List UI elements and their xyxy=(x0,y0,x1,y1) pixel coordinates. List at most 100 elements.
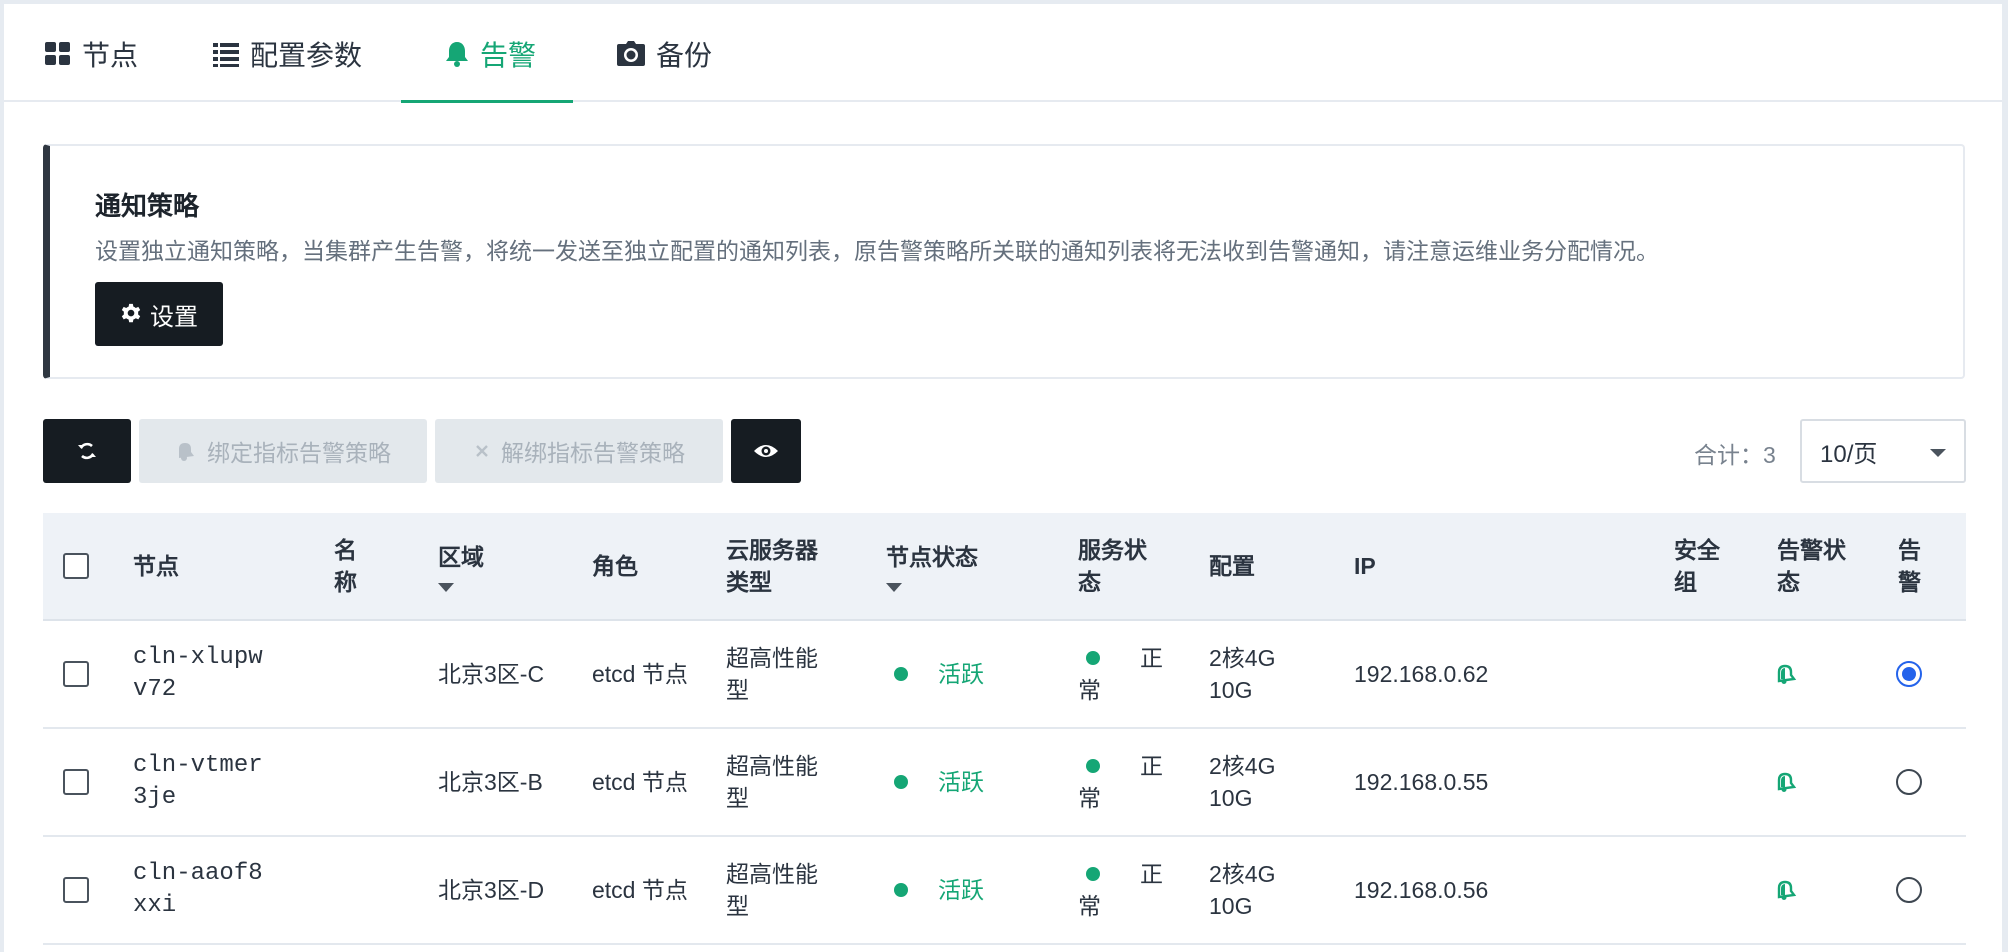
row-select-cell xyxy=(63,837,89,943)
row-checkbox[interactable] xyxy=(63,769,89,795)
service-status-dot-icon xyxy=(1086,651,1100,665)
service-status-dot-icon xyxy=(1086,867,1100,881)
tab-nodes-label: 节点 xyxy=(82,40,139,71)
bind-alarm-policy-label: 绑定指标告警策略 xyxy=(207,440,391,466)
unbind-alarm-policy-label: 解绑指标告警策略 xyxy=(501,440,685,466)
region-filter-icon[interactable] xyxy=(438,582,454,592)
node-role: etcd 节点 xyxy=(592,769,688,795)
col-header-security-group: 安全组 xyxy=(1674,537,1720,595)
node-id[interactable]: cln-xlupwv72 xyxy=(133,621,273,727)
col-header-name: 名称 xyxy=(334,537,357,595)
refresh-button[interactable] xyxy=(43,419,131,483)
node-status: 活跃 xyxy=(894,621,1044,727)
toggle-visibility-button[interactable] xyxy=(731,419,801,483)
alarm-status xyxy=(1775,837,1815,943)
alarm-radio[interactable] xyxy=(1896,661,1922,687)
col-header-role: 角色 xyxy=(592,553,638,579)
col-header-service-status: 服务状态 xyxy=(1078,537,1147,595)
grid-icon xyxy=(45,42,70,65)
tab-backup[interactable]: 备份 xyxy=(616,4,712,104)
alarm-select-cell xyxy=(1896,837,1936,943)
table-row[interactable]: cln-aaof8xxi 北京3区-D etcd 节点 超高性能型 活跃 正 常… xyxy=(43,837,1966,945)
node-config: 2核4G 10G xyxy=(1209,861,1276,919)
bind-alarm-policy-button[interactable]: 绑定指标告警策略 xyxy=(139,419,427,483)
row-checkbox[interactable] xyxy=(63,877,89,903)
alarm-select-cell xyxy=(1896,621,1936,727)
alarm-status xyxy=(1775,729,1815,835)
tab-config-params-label: 配置参数 xyxy=(250,40,363,71)
bell-icon xyxy=(1777,772,1797,792)
select-all-checkbox[interactable] xyxy=(63,553,89,579)
table-body: cln-xlupwv72 北京3区-C etcd 节点 超高性能型 活跃 正 常… xyxy=(43,621,1966,945)
tab-config-params[interactable]: 配置参数 xyxy=(212,4,362,104)
refresh-icon xyxy=(78,442,96,460)
alarm-select-cell xyxy=(1896,729,1936,835)
nodes-table: 节点 名称 区域 角色 云服务器类型 节点状态 服务状态 配置 IP 安全组 告… xyxy=(43,513,1966,945)
tab-alarms[interactable]: 告警 xyxy=(444,4,536,104)
gear-icon xyxy=(121,303,141,323)
security-group xyxy=(1674,729,1730,835)
col-header-ip: IP xyxy=(1354,553,1376,579)
node-ip: 192.168.0.62 xyxy=(1354,661,1489,687)
status-dot-icon xyxy=(894,667,908,681)
alarm-radio[interactable] xyxy=(1896,877,1922,903)
col-header-server-type: 云服务器类型 xyxy=(726,537,818,595)
col-header-region: 区域 xyxy=(438,513,528,619)
col-header-alarm-status: 告警状态 xyxy=(1777,537,1846,595)
service-status-dot-icon xyxy=(1086,759,1100,773)
server-type: 超高性能型 xyxy=(726,645,818,703)
node-role: etcd 节点 xyxy=(592,877,688,903)
col-header-config: 配置 xyxy=(1209,553,1255,579)
bell-icon xyxy=(1777,664,1797,684)
tab-alarms-label: 告警 xyxy=(480,40,537,71)
server-type: 超高性能型 xyxy=(726,753,818,811)
node-status: 活跃 xyxy=(894,729,1044,835)
node-id[interactable]: cln-vtmer3je xyxy=(133,729,273,835)
node-region: 北京3区-B xyxy=(438,769,543,795)
settings-button[interactable]: 设置 xyxy=(95,282,223,346)
notification-policy-panel: 通知策略 设置独立通知策略，当集群产生告警，将统一发送至独立配置的通知列表，原告… xyxy=(43,144,1965,379)
select-all-cell xyxy=(63,513,89,619)
node-name xyxy=(334,729,368,835)
node-region: 北京3区-D xyxy=(438,877,545,903)
active-tab-indicator xyxy=(401,100,573,103)
page-size-value: 10/页 xyxy=(1820,440,1878,468)
eye-icon xyxy=(754,445,778,457)
security-group xyxy=(1674,837,1730,943)
alarm-radio[interactable] xyxy=(1896,769,1922,795)
row-select-cell xyxy=(63,621,89,727)
unbind-alarm-policy-button[interactable]: 解绑指标告警策略 xyxy=(435,419,723,483)
service-status: 正 常 xyxy=(1078,861,1163,919)
node-ip: 192.168.0.55 xyxy=(1354,769,1489,795)
col-header-alarm: 告警 xyxy=(1898,537,1921,595)
server-type: 超高性能型 xyxy=(726,861,818,919)
bell-icon xyxy=(1777,880,1797,900)
row-checkbox[interactable] xyxy=(63,661,89,687)
bell-icon xyxy=(446,42,468,67)
alarm-status xyxy=(1775,621,1815,727)
node-id[interactable]: cln-aaof8xxi xyxy=(133,837,273,943)
settings-button-label: 设置 xyxy=(150,303,198,331)
col-header-node-status: 节点状态 xyxy=(886,513,1006,619)
list-icon xyxy=(213,43,239,67)
table-header: 节点 名称 区域 角色 云服务器类型 节点状态 服务状态 配置 IP 安全组 告… xyxy=(43,513,1966,621)
notification-policy-description: 设置独立通知策略，当集群产生告警，将统一发送至独立配置的通知列表，原告警策略所关… xyxy=(95,238,1659,264)
page-size-select[interactable]: 10/页 xyxy=(1800,419,1966,483)
row-select-cell xyxy=(63,729,89,835)
bell-icon xyxy=(179,443,194,461)
col-header-node: 节点 xyxy=(133,553,179,579)
node-ip: 192.168.0.56 xyxy=(1354,877,1489,903)
table-row[interactable]: cln-vtmer3je 北京3区-B etcd 节点 超高性能型 活跃 正 常… xyxy=(43,729,1966,837)
node-config: 2核4G 10G xyxy=(1209,753,1276,811)
notification-policy-title: 通知策略 xyxy=(95,191,200,221)
node-name xyxy=(334,837,368,943)
tab-nodes[interactable]: 节点 xyxy=(44,4,138,104)
status-dot-icon xyxy=(894,883,908,897)
security-group xyxy=(1674,621,1730,727)
node-region: 北京3区-C xyxy=(438,661,545,687)
node-role: etcd 节点 xyxy=(592,661,688,687)
status-dot-icon xyxy=(894,775,908,789)
camera-icon xyxy=(617,41,645,66)
table-row[interactable]: cln-xlupwv72 北京3区-C etcd 节点 超高性能型 活跃 正 常… xyxy=(43,621,1966,729)
node-status-filter-icon[interactable] xyxy=(886,582,902,592)
